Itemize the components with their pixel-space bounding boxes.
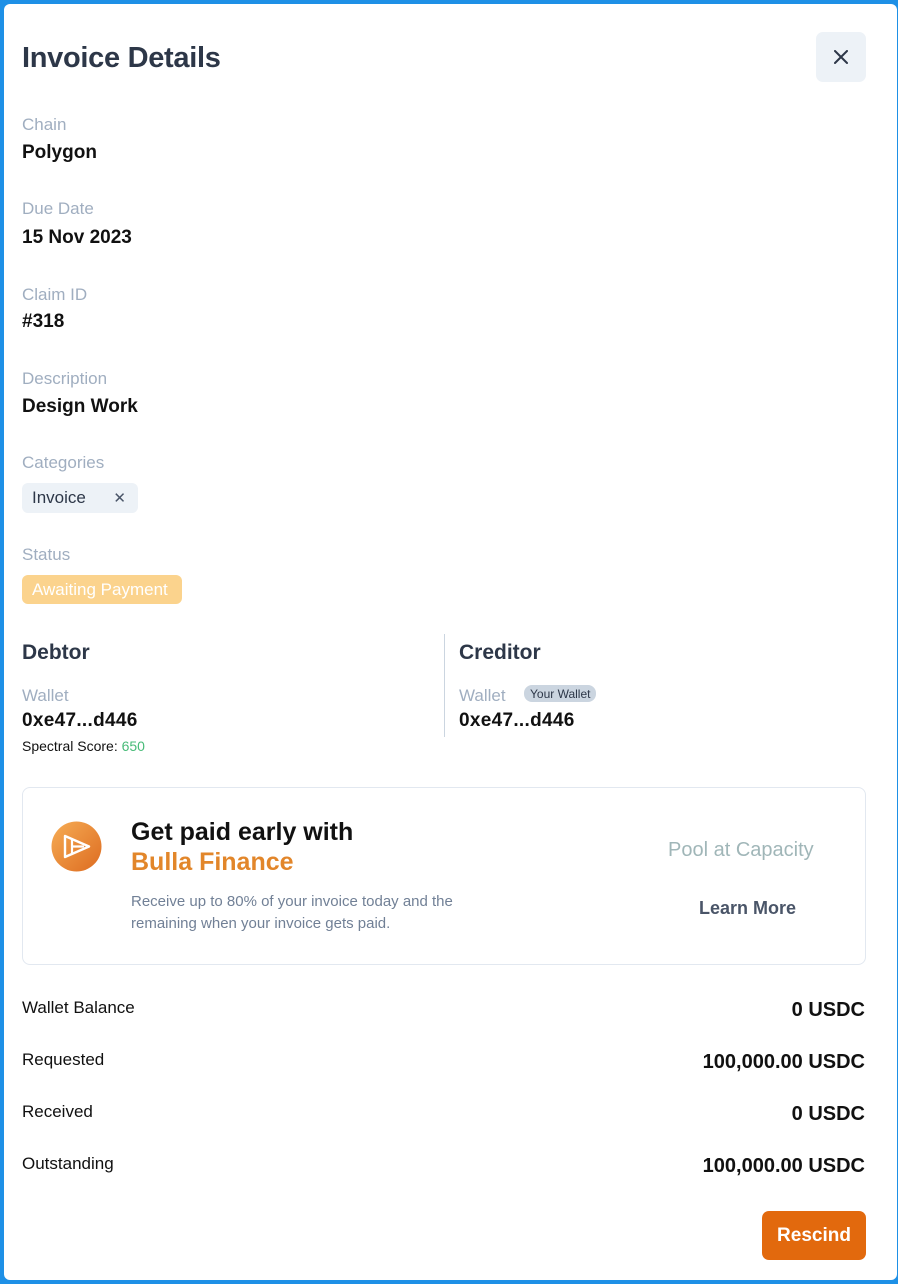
- received-label: Received: [22, 1102, 93, 1121]
- status-label: Status: [22, 545, 71, 564]
- spectral-score-value: 650: [121, 738, 145, 754]
- learn-more-link[interactable]: Learn More: [699, 898, 796, 919]
- close-button[interactable]: [816, 32, 866, 82]
- your-wallet-badge: Your Wallet: [524, 685, 597, 702]
- promo-brand: Bulla Finance: [131, 848, 294, 876]
- close-icon: [834, 50, 848, 64]
- description-label: Description: [22, 369, 108, 388]
- outstanding-label: Outstanding: [22, 1154, 114, 1173]
- description-value: Design Work: [22, 396, 138, 417]
- bulla-finance-logo-icon: [51, 821, 102, 872]
- remove-tag-icon[interactable]: ✕: [113, 489, 126, 507]
- claim-id-value: #318: [22, 311, 65, 332]
- creditor-wallet-address: 0xe47...d446: [459, 710, 575, 731]
- bulla-finance-promo-card: Get paid early with Bulla Finance Receiv…: [22, 787, 866, 965]
- requested-value: 100,000.00 USDC: [702, 1051, 865, 1073]
- debtor-wallet-label: Wallet: [22, 686, 69, 705]
- spectral-score: Spectral Score: 650: [22, 738, 145, 754]
- due-date-label: Due Date: [22, 199, 94, 218]
- requested-label: Requested: [22, 1050, 105, 1069]
- due-date-value: 15 Nov 2023: [22, 227, 132, 248]
- creditor-wallet-label: Wallet: [459, 686, 506, 705]
- chain-value: Polygon: [22, 142, 97, 163]
- spectral-score-label: Spectral Score:: [22, 738, 118, 754]
- party-divider: [444, 634, 445, 737]
- debtor-title: Debtor: [22, 641, 90, 664]
- promo-title: Get paid early with: [131, 818, 354, 846]
- outstanding-value: 100,000.00 USDC: [702, 1155, 865, 1177]
- category-tag: Invoice ✕: [22, 483, 138, 513]
- received-value: 0 USDC: [791, 1103, 865, 1125]
- status-badge: Awaiting Payment: [22, 575, 182, 604]
- claim-id-label: Claim ID: [22, 285, 88, 304]
- promo-description: Receive up to 80% of your invoice today …: [131, 893, 453, 932]
- categories-label: Categories: [22, 453, 105, 472]
- rescind-button[interactable]: Rescind: [762, 1211, 866, 1260]
- category-tag-label: Invoice: [32, 488, 86, 507]
- modal-title: Invoice Details: [22, 42, 221, 74]
- invoice-details-modal: Invoice Details Chain Polygon Due Date 1…: [4, 4, 897, 1280]
- wallet-balance-value: 0 USDC: [791, 999, 865, 1021]
- pool-status: Pool at Capacity: [668, 839, 814, 861]
- chain-label: Chain: [22, 115, 67, 134]
- debtor-wallet-address: 0xe47...d446: [22, 710, 138, 731]
- creditor-title: Creditor: [459, 641, 541, 664]
- wallet-balance-label: Wallet Balance: [22, 998, 135, 1017]
